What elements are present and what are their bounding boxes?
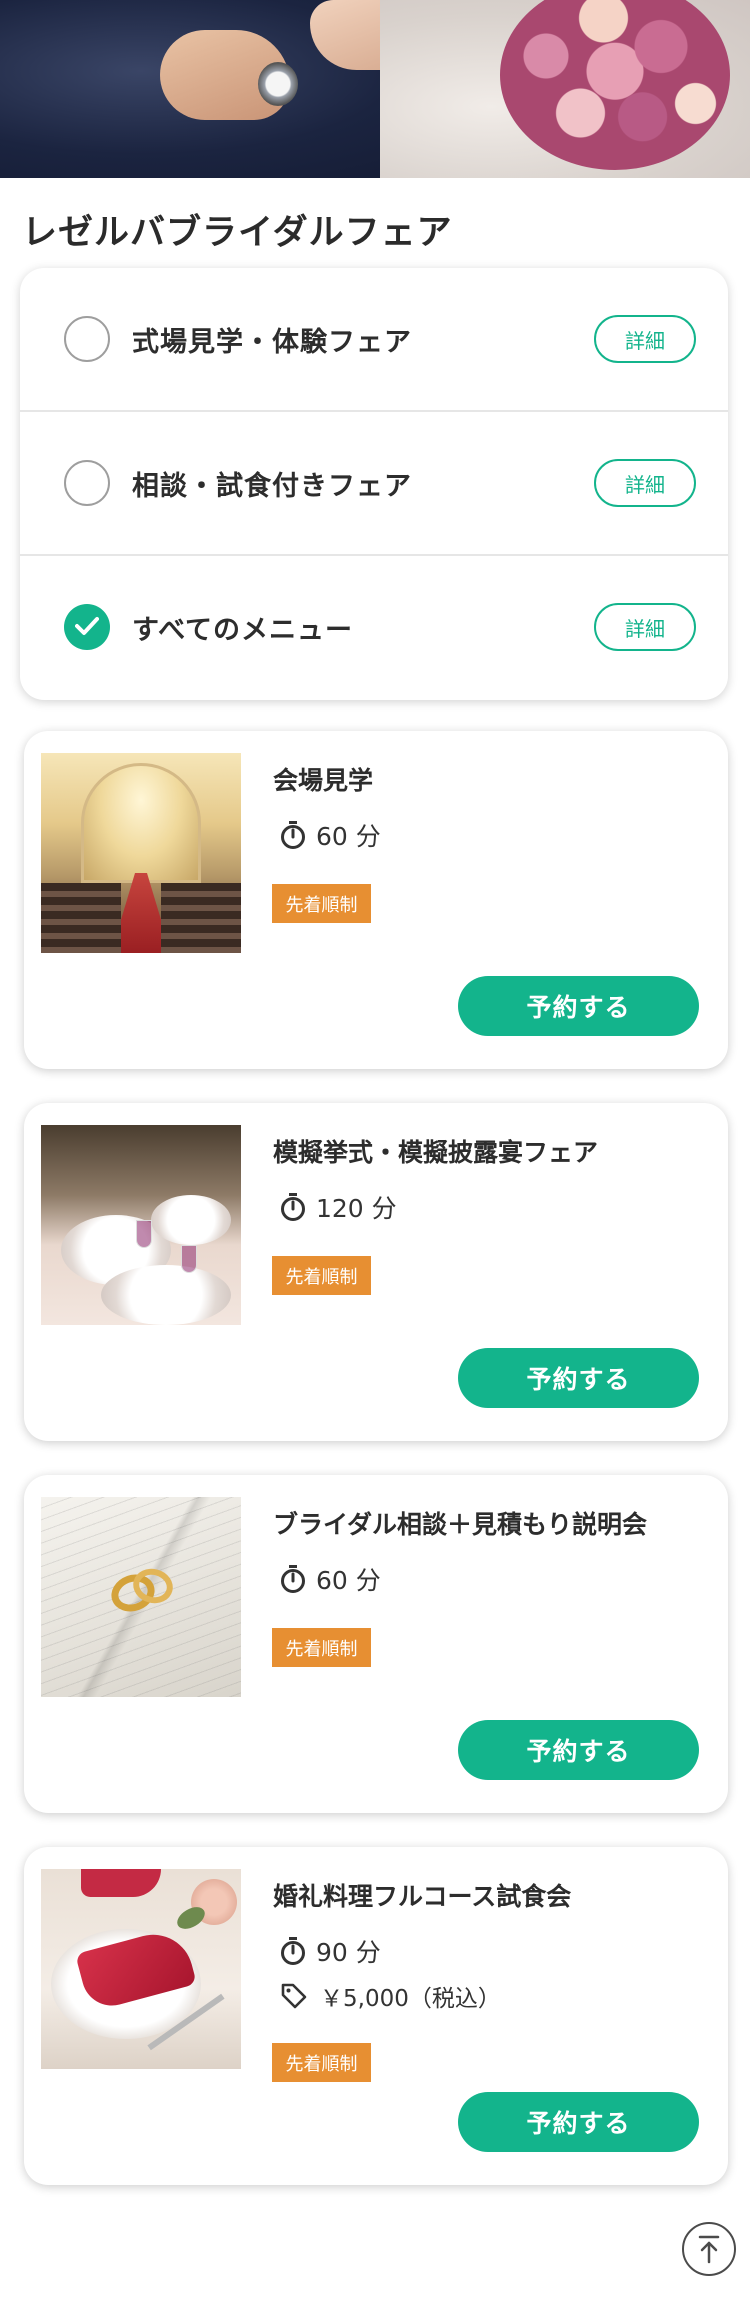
radio-checked[interactable] xyxy=(64,604,110,650)
detail-button[interactable]: 詳細 xyxy=(594,315,696,363)
duration-text: 60 分 xyxy=(316,1566,381,1595)
price-tag-icon xyxy=(281,1983,307,2009)
dinner-plate xyxy=(101,1265,231,1325)
menu-title: 婚礼料理フルコース試食会 xyxy=(273,1882,572,1911)
menu-card: 模擬挙式・模擬披露宴フェア 120 分 先着順制 予約する xyxy=(24,1103,728,1441)
duration: 60 分 xyxy=(280,1561,381,1597)
checkmark-icon xyxy=(75,617,99,635)
price: ￥5,000（税込） xyxy=(280,1979,501,2013)
pews-right xyxy=(161,883,241,953)
stopwatch-icon xyxy=(281,1193,305,1221)
wine-glass xyxy=(136,1220,152,1248)
fair-filter-card: 式場見学・体験フェア 詳細 相談・試食付きフェア 詳細 すべてのメニュー 詳細 xyxy=(20,268,728,700)
reserve-button[interactable]: 予約する xyxy=(458,1348,699,1408)
menu-title: 模擬挙式・模擬披露宴フェア xyxy=(273,1138,599,1167)
detail-button[interactable]: 詳細 xyxy=(594,459,696,507)
reserve-button[interactable]: 予約する xyxy=(458,2092,699,2152)
filter-label: 式場見学・体験フェア xyxy=(132,326,412,358)
filter-option-all-menus[interactable]: すべてのメニュー 詳細 xyxy=(20,556,728,698)
duration: 120 分 xyxy=(280,1189,397,1225)
wine-glass xyxy=(181,1245,197,1273)
stopwatch-icon xyxy=(281,1937,305,1965)
detail-button[interactable]: 詳細 xyxy=(594,603,696,651)
filter-option-consultation-tasting[interactable]: 相談・試食付きフェア 詳細 xyxy=(20,412,728,554)
radio-unchecked[interactable] xyxy=(64,316,110,362)
first-come-badge: 先着順制 xyxy=(272,1628,371,1667)
duration-text: 60 分 xyxy=(316,822,381,851)
filter-label: すべてのメニュー xyxy=(132,614,354,646)
duration-text: 120 分 xyxy=(316,1194,397,1223)
menu-title: 会場見学 xyxy=(273,766,374,795)
rings-book-photo xyxy=(41,1497,241,1697)
menu-card: ブライダル相談＋見積もり説明会 60 分 先着順制 予約する xyxy=(24,1475,728,1813)
banquet-photo xyxy=(41,1125,241,1325)
dinner-table-photo xyxy=(41,1869,241,2069)
duration: 60 分 xyxy=(280,817,381,853)
pews-left xyxy=(41,883,121,953)
first-come-badge: 先着順制 xyxy=(272,1256,371,1295)
reserve-button[interactable]: 予約する xyxy=(458,976,699,1036)
wristwatch xyxy=(258,62,298,106)
radio-unchecked[interactable] xyxy=(64,460,110,506)
duration: 90 分 xyxy=(280,1933,381,1969)
menu-card: 婚礼料理フルコース試食会 90 分 ￥5,000（税込） 先着順制 予約する xyxy=(24,1847,728,2185)
price-text: ￥5,000（税込） xyxy=(320,1986,501,2012)
scroll-to-top-button[interactable] xyxy=(682,2222,736,2276)
menu-card: 会場見学 60 分 先着順制 予約する xyxy=(24,731,728,1069)
menu-title: ブライダル相談＋見積もり説明会 xyxy=(273,1510,648,1539)
hero-image xyxy=(0,0,750,178)
napkin xyxy=(81,1869,161,1897)
stopwatch-icon xyxy=(281,821,305,849)
reserve-button[interactable]: 予約する xyxy=(458,1720,699,1780)
chapel-altar xyxy=(81,763,201,883)
filter-option-venue-tour[interactable]: 式場見学・体験フェア 詳細 xyxy=(20,268,728,410)
duration-text: 90 分 xyxy=(316,1938,381,1967)
chapel-photo xyxy=(41,753,241,953)
first-come-badge: 先着順制 xyxy=(272,884,371,923)
page-title: レゼルバブライダルフェア xyxy=(22,213,453,253)
filter-label: 相談・試食付きフェア xyxy=(132,470,412,502)
stopwatch-icon xyxy=(281,1565,305,1593)
first-come-badge: 先着順制 xyxy=(272,2043,371,2082)
dinner-plate xyxy=(151,1195,231,1245)
arrow-up-to-top-icon xyxy=(698,2235,720,2264)
